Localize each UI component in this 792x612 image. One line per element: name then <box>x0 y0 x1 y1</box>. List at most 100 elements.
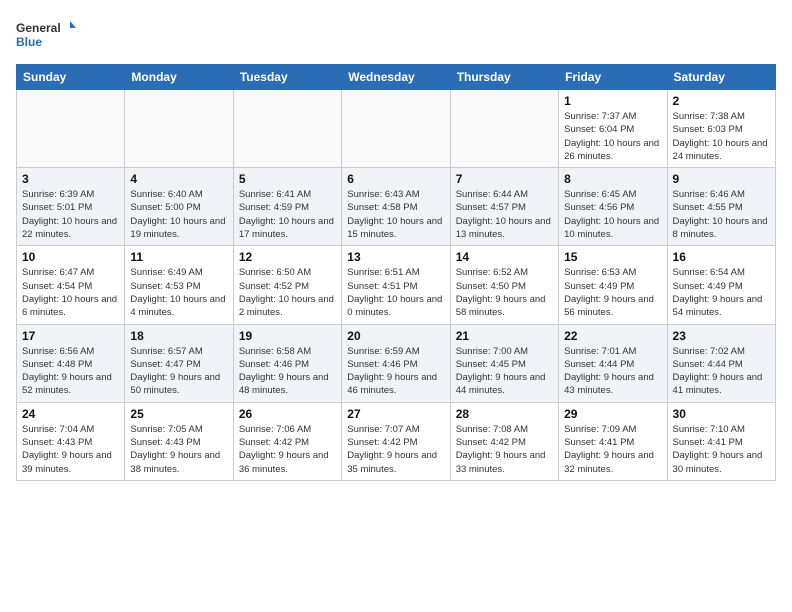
weekday-header: Monday <box>125 65 233 90</box>
weekday-header: Tuesday <box>233 65 341 90</box>
logo: General Blue <box>16 16 76 56</box>
weekday-header: Wednesday <box>342 65 450 90</box>
day-number: 4 <box>130 172 227 186</box>
calendar-day-cell: 9 Sunrise: 6:46 AM Sunset: 4:55 PM Daylig… <box>667 168 775 246</box>
day-number: 9 <box>673 172 770 186</box>
day-number: 21 <box>456 329 553 343</box>
day-info: Sunrise: 7:10 AM Sunset: 4:41 PM Dayligh… <box>673 423 770 476</box>
calendar-day-cell: 4 Sunrise: 6:40 AM Sunset: 5:00 PM Daylig… <box>125 168 233 246</box>
calendar-day-cell: 26Sunrise: 7:06 AM Sunset: 4:42 PM Dayli… <box>233 402 341 480</box>
day-info: Sunrise: 7:37 AM Sunset: 6:04 PM Dayligh… <box>564 110 661 163</box>
day-info: Sunrise: 6:58 AM Sunset: 4:46 PM Dayligh… <box>239 345 336 398</box>
day-info: Sunrise: 6:50 AM Sunset: 4:52 PM Dayligh… <box>239 266 336 319</box>
day-info: Sunrise: 7:08 AM Sunset: 4:42 PM Dayligh… <box>456 423 553 476</box>
calendar-day-cell: 22Sunrise: 7:01 AM Sunset: 4:44 PM Dayli… <box>559 324 667 402</box>
calendar-day-cell: 11Sunrise: 6:49 AM Sunset: 4:53 PM Dayli… <box>125 246 233 324</box>
day-info: Sunrise: 6:51 AM Sunset: 4:51 PM Dayligh… <box>347 266 444 319</box>
day-number: 29 <box>564 407 661 421</box>
calendar-week-row: 3Sunrise: 6:39 AM Sunset: 5:01 PM Daylig… <box>17 168 776 246</box>
calendar-day-cell: 15 Sunrise: 6:53 AM Sunset: 4:49 PM Dayli… <box>559 246 667 324</box>
day-info: Sunrise: 6:39 AM Sunset: 5:01 PM Dayligh… <box>22 188 119 241</box>
day-info: Sunrise: 6:53 AM Sunset: 4:49 PM Dayligh… <box>564 266 661 319</box>
calendar-day-cell: 12 Sunrise: 6:50 AM Sunset: 4:52 PM Dayli… <box>233 246 341 324</box>
calendar-day-cell: 21Sunrise: 7:00 AM Sunset: 4:45 PM Dayli… <box>450 324 558 402</box>
calendar-day-cell: 8 Sunrise: 6:45 AM Sunset: 4:56 PM Daylig… <box>559 168 667 246</box>
day-number: 7 <box>456 172 553 186</box>
day-number: 14 <box>456 250 553 264</box>
calendar-day-cell <box>17 90 125 168</box>
calendar-day-cell: 16 Sunrise: 6:54 AM Sunset: 4:49 PM Dayli… <box>667 246 775 324</box>
day-number: 25 <box>130 407 227 421</box>
svg-text:General: General <box>16 21 61 35</box>
calendar-day-cell: 24 Sunrise: 7:04 AM Sunset: 4:43 PM Dayli… <box>17 402 125 480</box>
day-info: Sunrise: 6:45 AM Sunset: 4:56 PM Dayligh… <box>564 188 661 241</box>
day-number: 10 <box>22 250 119 264</box>
weekday-header-row: SundayMondayTuesdayWednesdayThursdayFrid… <box>17 65 776 90</box>
calendar-day-cell: 23 Sunrise: 7:02 AM Sunset: 4:44 PM Dayli… <box>667 324 775 402</box>
day-info: Sunrise: 6:49 AM Sunset: 4:53 PM Dayligh… <box>130 266 227 319</box>
day-info: Sunrise: 6:59 AM Sunset: 4:46 PM Dayligh… <box>347 345 444 398</box>
day-info: Sunrise: 6:52 AM Sunset: 4:50 PM Dayligh… <box>456 266 553 319</box>
day-info: Sunrise: 6:56 AM Sunset: 4:48 PM Dayligh… <box>22 345 119 398</box>
calendar-day-cell: 14 Sunrise: 6:52 AM Sunset: 4:50 PM Dayli… <box>450 246 558 324</box>
calendar-day-cell: 28Sunrise: 7:08 AM Sunset: 4:42 PM Dayli… <box>450 402 558 480</box>
page-header: General Blue <box>16 16 776 56</box>
logo-svg: General Blue <box>16 16 76 56</box>
day-number: 15 <box>564 250 661 264</box>
day-number: 19 <box>239 329 336 343</box>
day-info: Sunrise: 7:04 AM Sunset: 4:43 PM Dayligh… <box>22 423 119 476</box>
day-number: 18 <box>130 329 227 343</box>
svg-text:Blue: Blue <box>16 35 42 49</box>
day-number: 24 <box>22 407 119 421</box>
weekday-header: Saturday <box>667 65 775 90</box>
day-info: Sunrise: 7:05 AM Sunset: 4:43 PM Dayligh… <box>130 423 227 476</box>
calendar-day-cell: 19 Sunrise: 6:58 AM Sunset: 4:46 PM Dayli… <box>233 324 341 402</box>
day-number: 1 <box>564 94 661 108</box>
day-info: Sunrise: 6:54 AM Sunset: 4:49 PM Dayligh… <box>673 266 770 319</box>
day-number: 8 <box>564 172 661 186</box>
day-number: 22 <box>564 329 661 343</box>
calendar-day-cell <box>233 90 341 168</box>
weekday-header: Sunday <box>17 65 125 90</box>
calendar-day-cell: 2Sunrise: 7:38 AM Sunset: 6:03 PM Daylig… <box>667 90 775 168</box>
calendar-week-row: 17 Sunrise: 6:56 AM Sunset: 4:48 PM Dayli… <box>17 324 776 402</box>
calendar-day-cell <box>342 90 450 168</box>
calendar-day-cell <box>125 90 233 168</box>
calendar-day-cell: 5 Sunrise: 6:41 AM Sunset: 4:59 PM Daylig… <box>233 168 341 246</box>
calendar-day-cell: 3Sunrise: 6:39 AM Sunset: 5:01 PM Daylig… <box>17 168 125 246</box>
calendar-table: SundayMondayTuesdayWednesdayThursdayFrid… <box>16 64 776 481</box>
calendar-day-cell: 17 Sunrise: 6:56 AM Sunset: 4:48 PM Dayli… <box>17 324 125 402</box>
day-number: 17 <box>22 329 119 343</box>
calendar-day-cell: 18Sunrise: 6:57 AM Sunset: 4:47 PM Dayli… <box>125 324 233 402</box>
day-info: Sunrise: 7:07 AM Sunset: 4:42 PM Dayligh… <box>347 423 444 476</box>
day-info: Sunrise: 6:41 AM Sunset: 4:59 PM Dayligh… <box>239 188 336 241</box>
calendar-day-cell: 30Sunrise: 7:10 AM Sunset: 4:41 PM Dayli… <box>667 402 775 480</box>
day-number: 20 <box>347 329 444 343</box>
calendar-day-cell <box>450 90 558 168</box>
calendar-day-cell: 13 Sunrise: 6:51 AM Sunset: 4:51 PM Dayli… <box>342 246 450 324</box>
day-info: Sunrise: 6:40 AM Sunset: 5:00 PM Dayligh… <box>130 188 227 241</box>
day-number: 5 <box>239 172 336 186</box>
weekday-header: Thursday <box>450 65 558 90</box>
day-info: Sunrise: 6:43 AM Sunset: 4:58 PM Dayligh… <box>347 188 444 241</box>
weekday-header: Friday <box>559 65 667 90</box>
day-info: Sunrise: 7:02 AM Sunset: 4:44 PM Dayligh… <box>673 345 770 398</box>
calendar-day-cell: 1 Sunrise: 7:37 AM Sunset: 6:04 PM Daylig… <box>559 90 667 168</box>
day-number: 27 <box>347 407 444 421</box>
calendar-day-cell: 6 Sunrise: 6:43 AM Sunset: 4:58 PM Daylig… <box>342 168 450 246</box>
calendar-day-cell: 20 Sunrise: 6:59 AM Sunset: 4:46 PM Dayli… <box>342 324 450 402</box>
calendar-day-cell: 7Sunrise: 6:44 AM Sunset: 4:57 PM Daylig… <box>450 168 558 246</box>
calendar-week-row: 1 Sunrise: 7:37 AM Sunset: 6:04 PM Daylig… <box>17 90 776 168</box>
day-number: 12 <box>239 250 336 264</box>
calendar-day-cell: 29Sunrise: 7:09 AM Sunset: 4:41 PM Dayli… <box>559 402 667 480</box>
calendar-day-cell: 27 Sunrise: 7:07 AM Sunset: 4:42 PM Dayli… <box>342 402 450 480</box>
day-number: 16 <box>673 250 770 264</box>
calendar-day-cell: 25 Sunrise: 7:05 AM Sunset: 4:43 PM Dayli… <box>125 402 233 480</box>
day-number: 13 <box>347 250 444 264</box>
day-number: 2 <box>673 94 770 108</box>
day-number: 23 <box>673 329 770 343</box>
day-number: 6 <box>347 172 444 186</box>
calendar-week-row: 10Sunrise: 6:47 AM Sunset: 4:54 PM Dayli… <box>17 246 776 324</box>
day-info: Sunrise: 6:46 AM Sunset: 4:55 PM Dayligh… <box>673 188 770 241</box>
calendar-day-cell: 10Sunrise: 6:47 AM Sunset: 4:54 PM Dayli… <box>17 246 125 324</box>
